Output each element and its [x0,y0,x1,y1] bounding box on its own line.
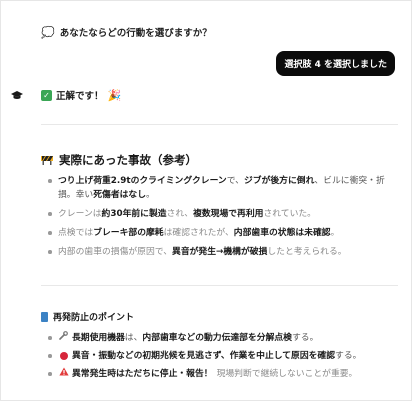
divider [41,285,398,286]
wrench-icon [58,331,69,345]
check-mark-icon: ✓ [41,89,52,101]
list-item: 長期使用機器は、内部歯車などの動力伝達部を分解点検する。 [48,331,388,345]
accident-list: つり上げ荷重2.9tのクライミングクレーンで、ジブが後方に倒れ、ビルに衝突・折損… [48,174,388,264]
assistant-avatar [10,88,24,102]
book-icon [41,311,48,322]
party-popper-icon: 🎉 [107,88,122,102]
list-item: 点検ではブレーキ部の摩耗は確認されたが、内部歯車の状態は未確認。 [48,226,388,240]
warning-icon [58,367,69,381]
accident-heading: 実際にあった事故（参考） [41,152,197,168]
list-item: 内部の歯車の損傷が原因で、異音が発生→機構が破損したと考えられる。 [48,245,388,259]
list-item: つり上げ荷重2.9tのクライミングクレーンで、ジブが後方に倒れ、ビルに衝突・折損… [48,174,388,202]
list-item: 異音・振動などの初期兆候を見逃さず、作業を中止して原因を確認する。 [48,349,388,363]
correct-line: ✓ 正解です！ 🎉 [41,88,121,102]
divider [41,124,398,125]
red-circle-icon [58,349,69,365]
accident-heading-text: 実際にあった事故（参考） [59,153,197,167]
user-message-bubble: 選択肢 4 を選択しました [276,51,395,76]
question-text: あなたならどの行動を選びますか？ [59,28,212,39]
question-line: 💭 あなたならどの行動を選びますか？ [41,25,212,40]
construction-icon [41,156,53,165]
prevention-list: 長期使用機器は、内部歯車などの動力伝達部を分解点検する。 異音・振動などの初期兆… [48,331,388,385]
list-item: クレーンは約30年前に製造され、複数現場で再利用されていた。 [48,207,388,221]
prevention-heading: 再発防止のポイント [41,310,134,323]
list-item: 異常発生時はただちに停止・報告！ 現場判断で継続しないことが重要。 [48,367,388,381]
graduation-cap-icon [11,91,23,99]
thought-bubble-icon: 💭 [41,25,55,39]
prevention-heading-text: 再発防止のポイント [53,313,135,323]
correct-label: 正解です！ [56,91,104,102]
